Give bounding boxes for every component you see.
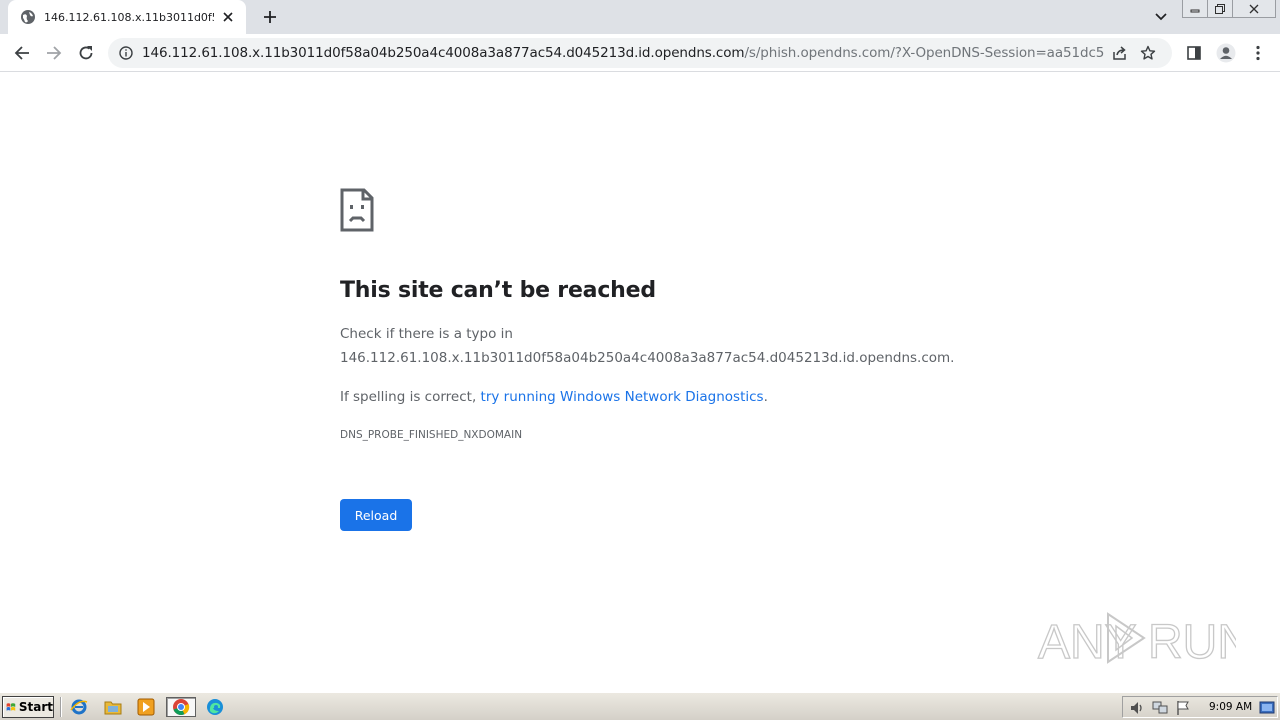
- browser-toolbar: 146.112.61.108.x.11b3011d0f58a04b250a4c4…: [0, 34, 1280, 72]
- media-player-icon: [137, 698, 155, 716]
- chevron-down-icon: [1155, 13, 1167, 21]
- reload-toolbar-button[interactable]: [72, 39, 100, 67]
- internet-explorer-icon: [70, 699, 88, 715]
- spelling-suffix: .: [763, 389, 768, 405]
- minimize-button[interactable]: [1182, 0, 1208, 18]
- taskbar-clock[interactable]: 9:09 AM: [1209, 701, 1252, 713]
- chrome-taskbar-button[interactable]: [166, 697, 196, 717]
- reload-button[interactable]: Reload: [340, 499, 412, 531]
- profile-button[interactable]: [1212, 39, 1240, 67]
- side-panel-button[interactable]: [1180, 39, 1208, 67]
- windows-logo-icon: [6, 703, 16, 711]
- close-icon: [1249, 4, 1259, 13]
- anyrun-watermark: ANY RUN: [1037, 612, 1236, 668]
- folder-icon: [104, 701, 122, 715]
- media-player-taskbar-button[interactable]: [135, 697, 157, 717]
- taskbar: Start 9:09 AM: [0, 692, 1280, 720]
- start-button[interactable]: Start: [2, 696, 54, 718]
- url-text[interactable]: 146.112.61.108.x.11b3011d0f58a04b250a4c4…: [142, 45, 1104, 61]
- start-label: Start: [18, 700, 53, 714]
- avatar-icon: [1216, 43, 1236, 63]
- window-controls: [1182, 0, 1276, 18]
- address-bar[interactable]: 146.112.61.108.x.11b3011d0f58a04b250a4c4…: [108, 38, 1172, 68]
- spelling-hint: If spelling is correct, try running Wind…: [340, 389, 768, 405]
- plus-icon: [264, 11, 276, 23]
- edge-icon: [207, 699, 223, 715]
- spelling-prefix: If spelling is correct,: [340, 389, 481, 405]
- watermark-text-right: RUN: [1148, 616, 1236, 668]
- arrow-right-icon: [47, 46, 62, 60]
- page-content: This site can’t be reached Check if ther…: [0, 72, 1280, 692]
- explorer-taskbar-button[interactable]: [102, 697, 124, 717]
- error-code: DNS_PROBE_FINISHED_NXDOMAIN: [340, 429, 523, 441]
- ie-taskbar-button[interactable]: [68, 697, 90, 717]
- share-icon[interactable]: [1108, 41, 1132, 65]
- back-button[interactable]: [8, 39, 36, 67]
- sad-page-icon: [340, 188, 374, 232]
- browser-tab[interactable]: 146.112.61.108.x.11b3011d0f58a04b250a4c4…: [8, 0, 246, 34]
- taskbar-separator: [60, 697, 62, 717]
- edge-taskbar-button[interactable]: [204, 697, 226, 717]
- url-path: /s/phish.opendns.com/?X-OpenDNS-Session=…: [744, 45, 1104, 61]
- new-tab-button[interactable]: [258, 5, 282, 29]
- menu-button[interactable]: [1244, 39, 1272, 67]
- domain-line: 146.112.61.108.x.11b3011d0f58a04b250a4c4…: [340, 350, 955, 366]
- typo-hint-line: Check if there is a typo in: [340, 326, 513, 342]
- forward-button[interactable]: [40, 39, 68, 67]
- restore-icon: [1215, 3, 1225, 14]
- show-desktop-icon[interactable]: [1259, 700, 1275, 716]
- volume-icon[interactable]: [1129, 700, 1145, 716]
- globe-icon: [20, 9, 36, 25]
- error-title: This site can’t be reached: [340, 278, 656, 303]
- info-icon[interactable]: [118, 45, 134, 61]
- diagnostics-link[interactable]: try running Windows Network Diagnostics: [481, 389, 764, 405]
- bookmark-star-icon[interactable]: [1136, 41, 1160, 65]
- chrome-icon: [173, 699, 190, 716]
- tab-title: 146.112.61.108.x.11b3011d0f58a04b250a4c4…: [44, 10, 214, 24]
- network-icon[interactable]: [1152, 700, 1168, 716]
- close-icon[interactable]: [220, 9, 236, 25]
- system-tray: [1122, 696, 1278, 718]
- minimize-icon: [1190, 9, 1200, 12]
- side-panel-icon: [1187, 46, 1201, 60]
- more-vert-icon: [1256, 45, 1260, 61]
- tab-search-button[interactable]: [1150, 6, 1172, 28]
- flag-icon[interactable]: [1175, 700, 1191, 716]
- restore-button[interactable]: [1207, 0, 1233, 18]
- arrow-left-icon: [14, 46, 29, 60]
- tab-strip: 146.112.61.108.x.11b3011d0f58a04b250a4c4…: [0, 0, 1280, 34]
- refresh-icon: [79, 46, 93, 60]
- window-close-button[interactable]: [1232, 0, 1276, 18]
- url-host: 146.112.61.108.x.11b3011d0f58a04b250a4c4…: [142, 45, 745, 61]
